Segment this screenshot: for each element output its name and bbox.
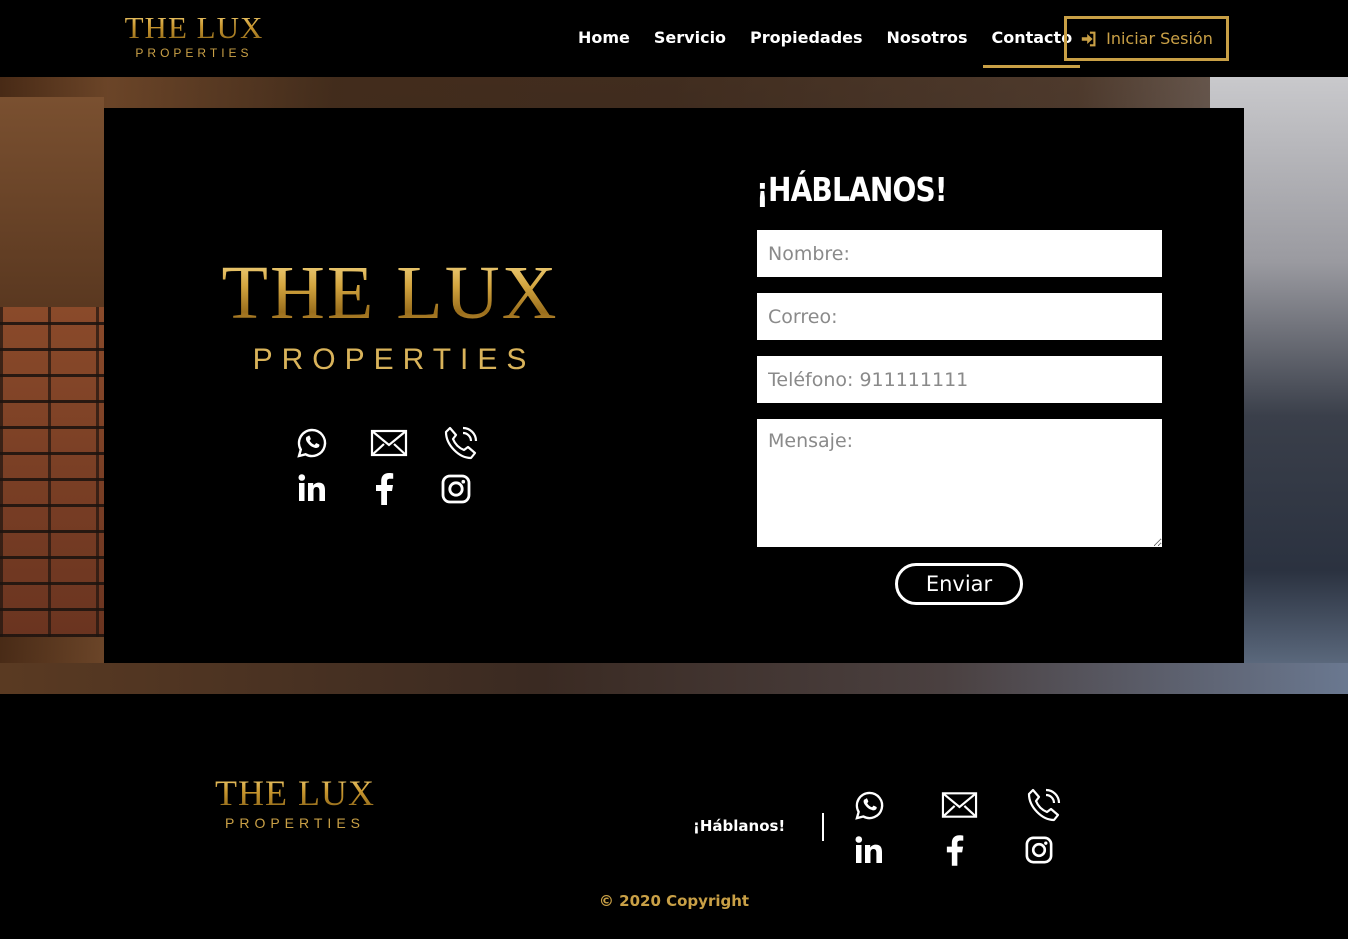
login-button[interactable]: Iniciar Sesión [1064,16,1229,61]
card-logo: THE LUX PROPERTIES [204,255,576,377]
nav-propiedades[interactable]: Propiedades [750,26,862,60]
name-field[interactable] [757,230,1162,277]
header-logo[interactable]: THE LUX PROPERTIES [118,12,270,61]
background-bricks [0,307,104,637]
main-nav: Home Servicio Propiedades Nosotros Conta… [566,26,1084,68]
footer-logo-title: THE LUX [206,775,384,811]
background-floor [0,663,1348,694]
contact-title: ¡HÁBLANOS! [756,170,948,209]
footer-logo-subtitle: PROPERTIES [225,815,365,831]
login-label: Iniciar Sesión [1106,29,1213,48]
nav-contacto[interactable]: Contacto [983,26,1080,68]
mail-icon[interactable] [370,428,408,458]
phone-field[interactable] [757,356,1162,403]
card-logo-subtitle: PROPERTIES [252,343,536,376]
footer-whatsapp-icon[interactable] [854,790,885,821]
footer-instagram-icon[interactable] [1025,836,1053,864]
whatsapp-icon[interactable] [296,427,328,459]
header: THE LUX PROPERTIES Home Servicio Propied… [0,0,1348,77]
instagram-icon[interactable] [441,474,471,504]
sign-in-icon [1080,30,1098,48]
card-logo-title: THE LUX [204,255,576,331]
logo-title: THE LUX [118,12,270,44]
footer-linkedin-icon[interactable] [854,835,884,865]
footer-mail-icon[interactable] [941,790,978,820]
footer-talk-label: ¡Háblanos! [693,817,786,835]
background-cabinet [0,97,104,307]
send-button[interactable]: Enviar [895,563,1023,605]
nav-home[interactable]: Home [578,26,630,60]
phone-icon[interactable] [442,424,480,462]
footer-facebook-icon[interactable] [944,835,965,866]
email-field[interactable] [757,293,1162,340]
nav-nosotros[interactable]: Nosotros [887,26,968,60]
footer-logo[interactable]: THE LUX PROPERTIES [206,775,384,831]
linkedin-icon[interactable] [297,473,327,503]
logo-subtitle: PROPERTIES [135,46,253,60]
message-field[interactable] [757,419,1162,547]
copyright-text: © 2020 Copyright [598,892,750,910]
footer-phone-icon[interactable] [1025,786,1063,824]
facebook-icon[interactable] [373,473,395,505]
nav-servicio[interactable]: Servicio [654,26,726,60]
footer-divider [822,813,824,841]
